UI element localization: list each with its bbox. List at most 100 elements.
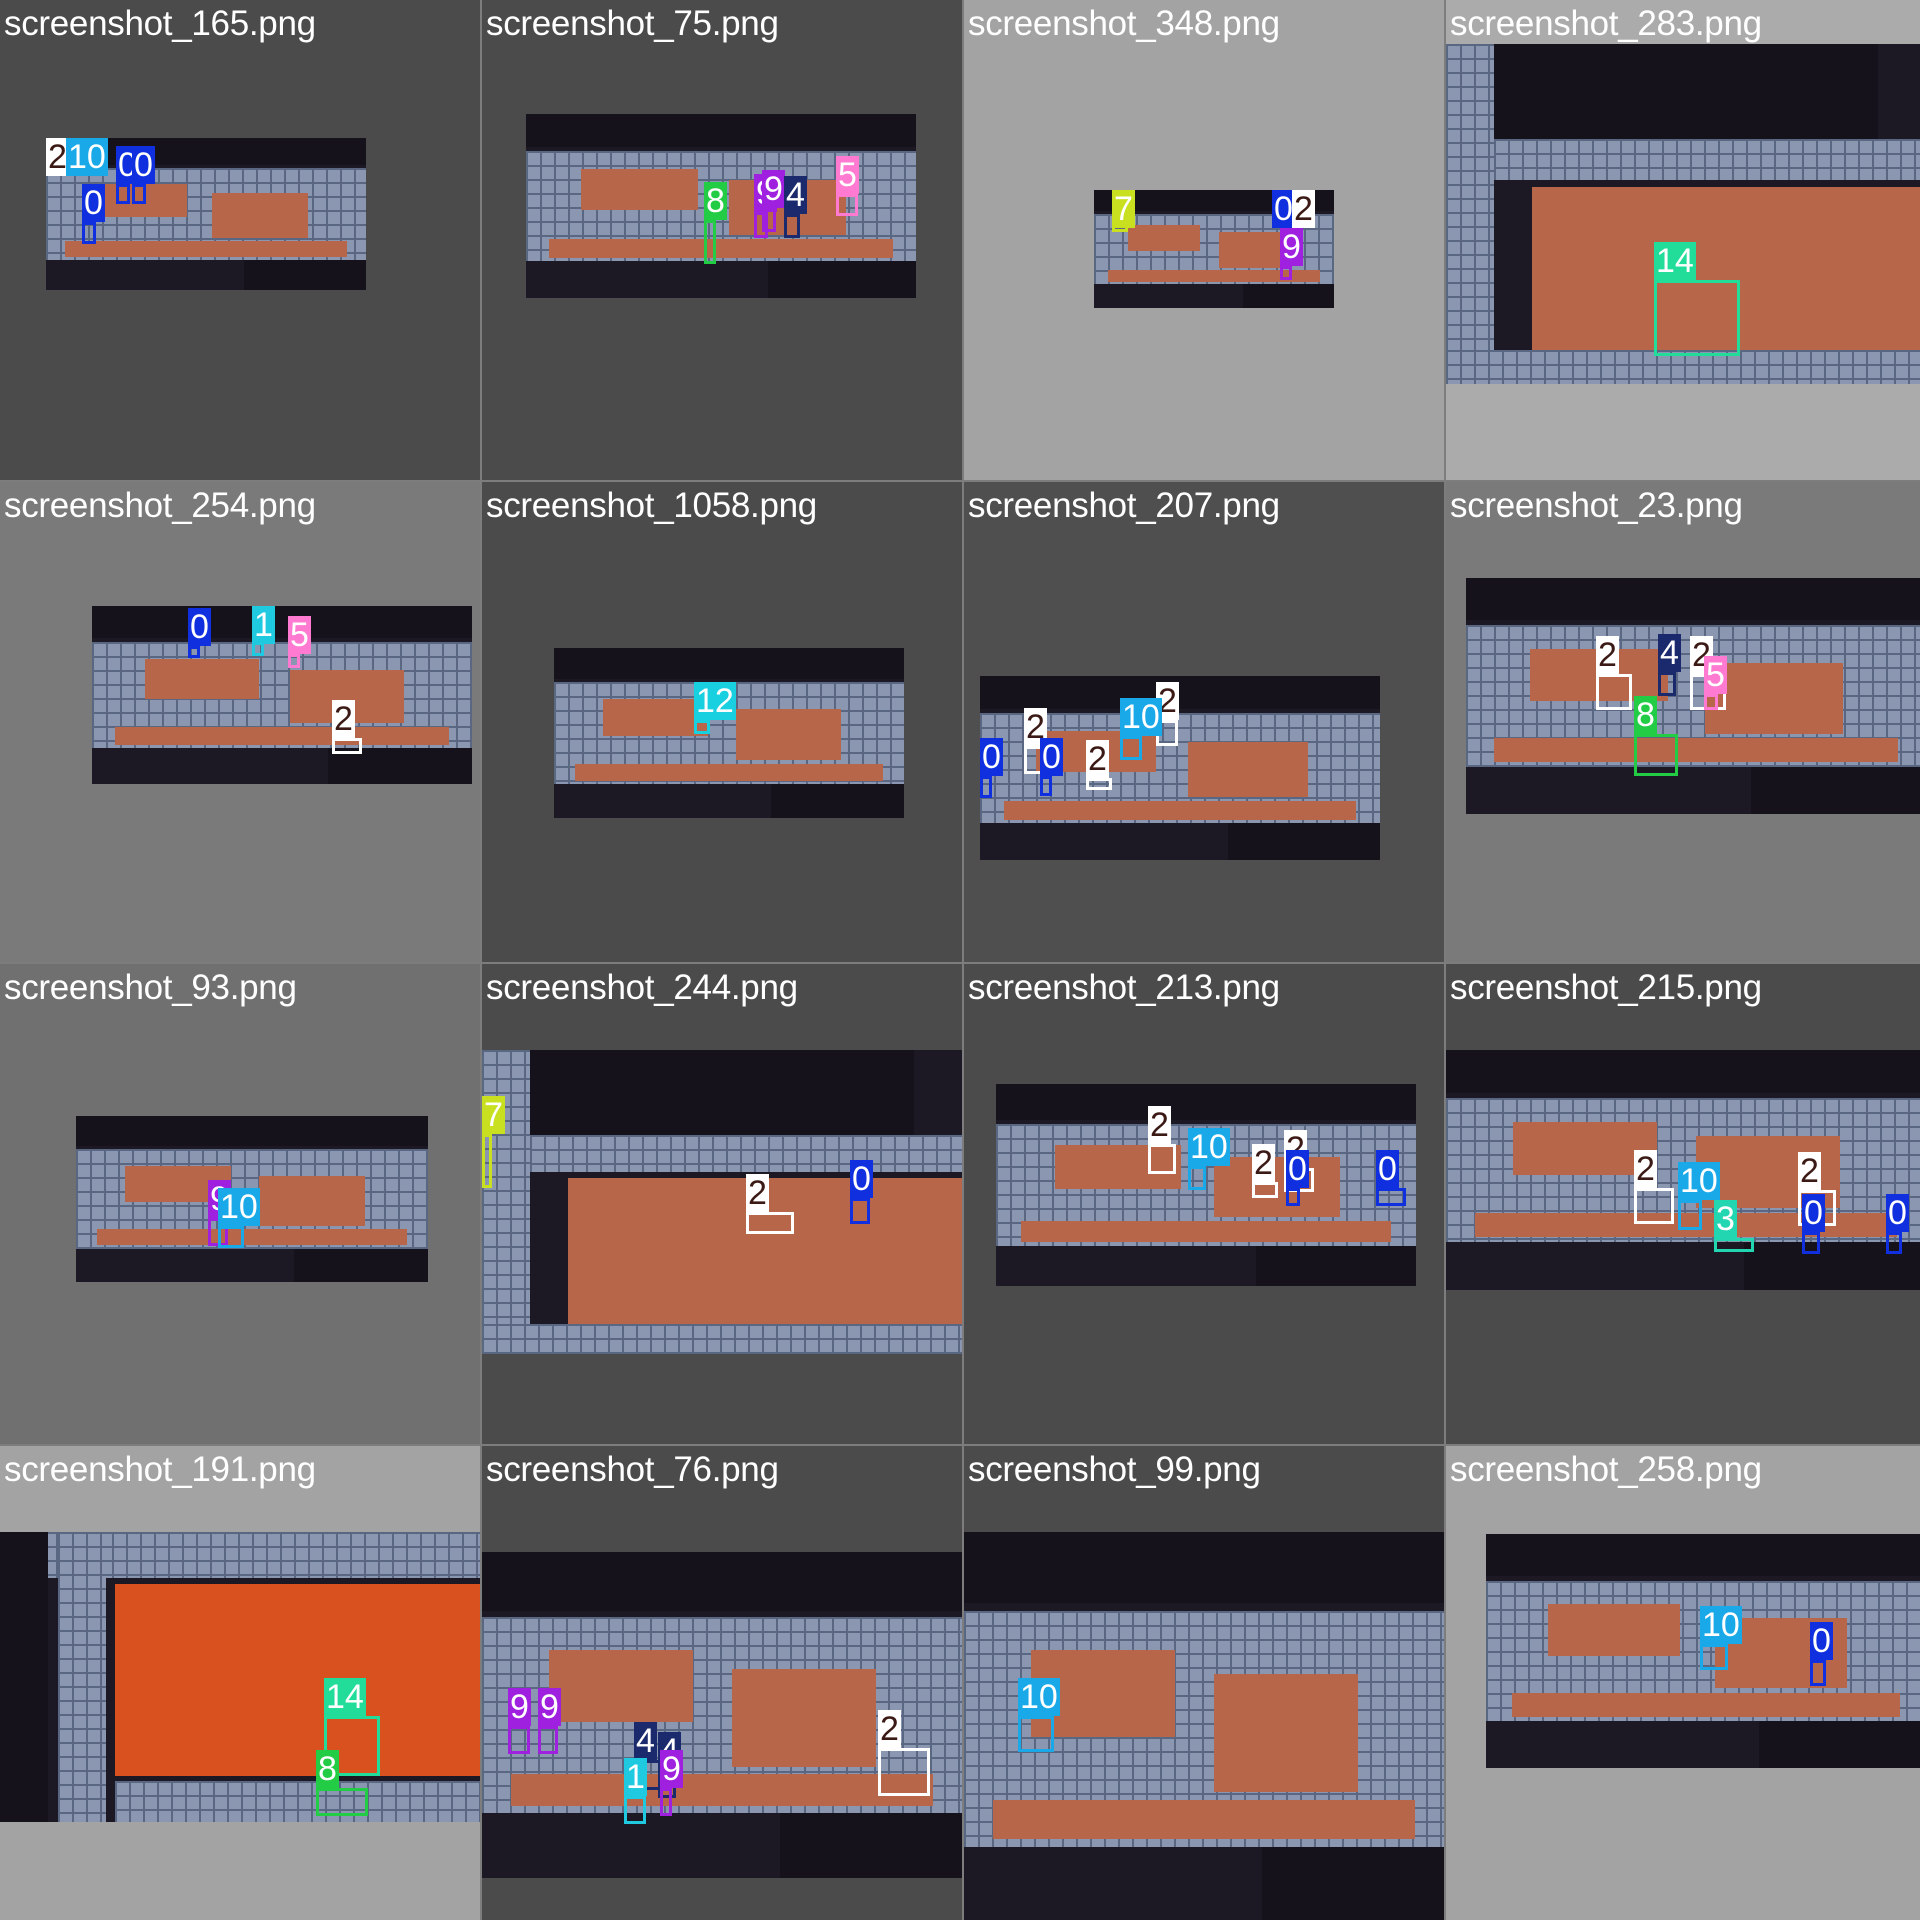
detection-box bbox=[132, 184, 146, 204]
image-filename: screenshot_165.png bbox=[4, 4, 316, 43]
class-label: 1 bbox=[624, 1758, 647, 1796]
class-label: 0 bbox=[1040, 738, 1063, 776]
game-screenshot: 910 bbox=[76, 1116, 428, 1282]
class-label: 10 bbox=[1700, 1606, 1742, 1644]
detection-box bbox=[1634, 734, 1678, 776]
class-label: 0 bbox=[1810, 1622, 1833, 1660]
class-label: 2 bbox=[1086, 740, 1109, 778]
detection-box bbox=[1376, 1188, 1406, 1206]
grid-cell: 10 0 screenshot_258.png bbox=[1446, 1446, 1920, 1920]
class-label: 2 bbox=[1252, 1144, 1275, 1182]
class-label: 5 bbox=[1704, 656, 1727, 694]
grid-cell: 10 screenshot_99.png bbox=[964, 1446, 1444, 1920]
game-screenshot: 2 10 0 0 0 bbox=[46, 138, 366, 290]
class-label: 4 bbox=[1658, 634, 1681, 672]
class-label: 10 bbox=[1188, 1128, 1230, 1166]
class-label: 10 bbox=[1018, 1678, 1060, 1716]
class-label: 10 bbox=[1120, 698, 1162, 736]
game-screenshot: 2 10 2 2 0 0 bbox=[996, 1084, 1416, 1286]
detection-box bbox=[288, 654, 300, 668]
class-label: 8 bbox=[316, 1750, 339, 1788]
image-filename: screenshot_258.png bbox=[1450, 1450, 1762, 1489]
class-label: 7 bbox=[1112, 190, 1135, 228]
detection-box bbox=[1654, 280, 1740, 356]
detection-box bbox=[1120, 736, 1142, 760]
detection-box bbox=[1678, 1200, 1702, 1230]
class-label: 2 bbox=[1596, 636, 1619, 674]
detection-box bbox=[188, 646, 200, 658]
class-label: 10 bbox=[66, 138, 108, 176]
detection-box bbox=[1658, 672, 1676, 696]
game-screenshot: 2 2 10 2 0 0 bbox=[980, 676, 1380, 860]
detection-box bbox=[746, 1212, 794, 1234]
detection-box bbox=[850, 1198, 870, 1224]
class-label: 5 bbox=[288, 616, 311, 654]
class-label: 1 bbox=[252, 606, 275, 644]
class-label: 3 bbox=[1714, 1200, 1737, 1238]
game-screenshot: 7 2 0 bbox=[482, 1050, 962, 1354]
game-screenshot: 10 0 bbox=[1486, 1534, 1920, 1768]
class-label: 14 bbox=[324, 1678, 366, 1716]
detection-box bbox=[1148, 1144, 1176, 1174]
class-label: 0 bbox=[1376, 1150, 1399, 1188]
detection-box bbox=[82, 222, 96, 244]
detection-box bbox=[980, 776, 992, 798]
detection-box bbox=[1714, 1238, 1754, 1252]
class-label: 9 bbox=[1280, 228, 1303, 266]
grid-cell: 2 2 10 2 0 0 screenshot_207.png bbox=[964, 482, 1444, 962]
class-label: 0 bbox=[1286, 1150, 1309, 1188]
detection-box bbox=[1018, 1716, 1054, 1752]
grid-cell: 14 screenshot_283.png bbox=[1446, 0, 1920, 480]
class-label: 4 bbox=[784, 176, 807, 214]
image-filename: screenshot_1058.png bbox=[486, 486, 817, 525]
image-filename: screenshot_283.png bbox=[1450, 4, 1762, 43]
game-screenshot: 9944192 bbox=[482, 1552, 962, 1878]
class-label: 8 bbox=[704, 182, 727, 220]
class-label: 0 bbox=[1886, 1194, 1909, 1232]
detection-box bbox=[252, 642, 264, 656]
grid-cell: 9944192screenshot_76.png bbox=[482, 1446, 962, 1920]
image-filename: screenshot_348.png bbox=[968, 4, 1280, 43]
grid-cell: 2 4 2 5 8 screenshot_23.png bbox=[1446, 482, 1920, 962]
detection-box bbox=[836, 194, 858, 216]
detection-box bbox=[1040, 776, 1052, 796]
game-screenshot: 89945 bbox=[526, 114, 916, 298]
class-label: 5 bbox=[836, 156, 859, 194]
detection-box bbox=[1810, 1660, 1826, 1686]
image-filename: screenshot_244.png bbox=[486, 968, 798, 1007]
class-label: 2 bbox=[878, 1710, 901, 1748]
grid-cell: 2 10 3 2 0 0 screenshot_215.png bbox=[1446, 964, 1920, 1444]
image-grid: 210000screenshot_165.png 89945screenshot… bbox=[0, 0, 1920, 1920]
detection-box bbox=[508, 1726, 530, 1754]
detection-box bbox=[538, 1726, 558, 1754]
grid-cell: 7 2 0 screenshot_244.png bbox=[482, 964, 962, 1444]
game-screenshot: 14 bbox=[1446, 44, 1920, 384]
class-label: 12 bbox=[694, 682, 736, 720]
class-label: 0 bbox=[1802, 1194, 1825, 1232]
detection-box bbox=[762, 208, 776, 232]
game-screenshot: 14 8 bbox=[0, 1532, 480, 1822]
detection-box bbox=[784, 214, 800, 238]
detection-box bbox=[1886, 1232, 1902, 1254]
detection-box bbox=[694, 720, 710, 734]
image-filename: screenshot_75.png bbox=[486, 4, 779, 43]
grid-cell: 7 0 2 9 screenshot_348.png bbox=[964, 0, 1444, 480]
class-label: 9 bbox=[762, 170, 785, 208]
grid-cell: 0 1 5 2 screenshot_254.png bbox=[0, 482, 480, 962]
class-label: 9 bbox=[508, 1688, 531, 1726]
class-label: 0 bbox=[82, 184, 105, 222]
grid-cell: 12 screenshot_1058.png bbox=[482, 482, 962, 962]
image-filename: screenshot_23.png bbox=[1450, 486, 1743, 525]
class-label: 7 bbox=[482, 1096, 505, 1134]
class-label: 2 bbox=[746, 1174, 769, 1212]
grid-cell: 2 10 0 0 0 screenshot_165.png bbox=[0, 0, 480, 480]
detection-box bbox=[1286, 1188, 1300, 1206]
detection-box bbox=[116, 184, 130, 204]
class-label: 0 bbox=[980, 738, 1003, 776]
detection-box bbox=[1802, 1232, 1820, 1254]
image-filename: screenshot_215.png bbox=[1450, 968, 1762, 1007]
class-label: 9 bbox=[538, 1688, 561, 1726]
image-filename: screenshot_191.png bbox=[4, 1450, 316, 1489]
detection-box bbox=[1704, 694, 1718, 710]
class-label: 10 bbox=[218, 1188, 260, 1226]
